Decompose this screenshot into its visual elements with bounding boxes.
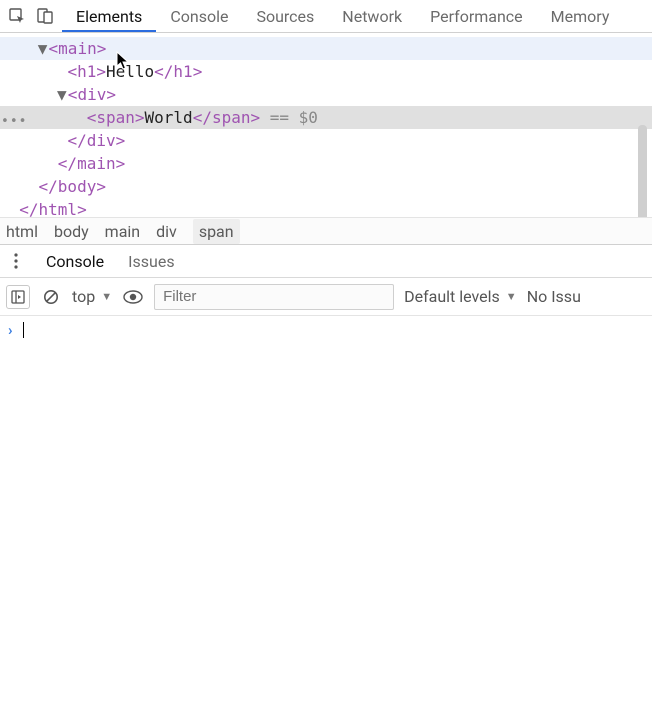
tab-memory[interactable]: Memory <box>537 0 624 33</box>
drawer-tab-issues[interactable]: Issues <box>116 246 186 277</box>
dom-node-html[interactable]: </html> <box>0 198 652 217</box>
console-filter-input[interactable] <box>154 284 394 310</box>
console-toolbar: top ▼ Default levels ▼ No Issu <box>0 278 652 316</box>
tab-sources[interactable]: Sources <box>242 0 328 33</box>
execution-context-selector[interactable]: top ▼ <box>72 287 112 306</box>
drawer-tab-console[interactable]: Console <box>34 246 116 277</box>
dom-node-body[interactable]: </body> <box>0 175 652 198</box>
dom-node-main[interactable]: ▼<main> <box>0 37 652 60</box>
kebab-menu-icon[interactable] <box>6 253 26 269</box>
dom-node-div[interactable]: ▼<div> <box>0 83 652 106</box>
breadcrumb-html[interactable]: html <box>6 222 38 241</box>
breadcrumb-span[interactable]: span <box>193 219 240 244</box>
drawer-tabs: ConsoleIssues <box>0 245 652 278</box>
disclosure-triangle-icon[interactable]: ▼ <box>56 83 68 106</box>
scrollbar-thumb[interactable] <box>638 125 647 217</box>
dom-node-h1[interactable]: <h1>Hello</h1> <box>0 60 652 83</box>
toggle-sidebar-icon[interactable] <box>6 285 30 309</box>
execution-context-label: top <box>72 287 95 306</box>
text-cursor <box>23 322 24 338</box>
log-levels-selector[interactable]: Default levels ▼ <box>404 287 517 306</box>
chevron-down-icon: ▼ <box>506 290 517 303</box>
live-expression-icon[interactable] <box>122 286 144 308</box>
console-prompt[interactable]: › <box>0 316 652 344</box>
tab-elements[interactable]: Elements <box>62 0 156 33</box>
inspect-element-icon[interactable] <box>6 5 28 27</box>
dom-node-span[interactable]: ••• <span>World</span> == $0 <box>0 106 652 129</box>
breadcrumb-div[interactable]: div <box>156 222 177 241</box>
breadcrumb-main[interactable]: main <box>105 222 140 241</box>
no-issues-label[interactable]: No Issu <box>527 287 581 306</box>
elements-dom-tree[interactable]: ▼<main> <h1>Hello</h1> ▼<div>••• <span>W… <box>0 33 652 217</box>
clear-console-icon[interactable] <box>40 286 62 308</box>
prompt-chevron-icon: › <box>8 321 13 339</box>
dom-node-div[interactable]: </div> <box>0 129 652 152</box>
tab-performance[interactable]: Performance <box>416 0 537 33</box>
device-toolbar-icon[interactable] <box>34 5 56 27</box>
dom-node-main[interactable]: </main> <box>0 152 652 175</box>
chevron-down-icon: ▼ <box>101 290 112 303</box>
elements-breadcrumb: html body maindivspan <box>0 217 652 245</box>
disclosure-triangle-icon[interactable]: ▼ <box>37 37 49 60</box>
tab-console[interactable]: Console <box>156 0 242 33</box>
tab-network[interactable]: Network <box>328 0 416 33</box>
breadcrumb-body[interactable]: body <box>54 222 89 241</box>
log-levels-label: Default levels <box>404 287 500 306</box>
devtools-top-tabs: ElementsConsoleSourcesNetworkPerformance… <box>0 0 652 33</box>
